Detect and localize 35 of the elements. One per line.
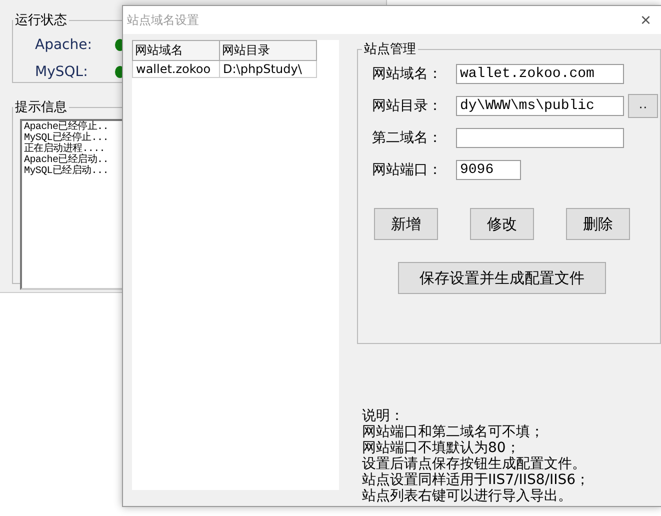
input-field[interactable] bbox=[456, 128, 624, 148]
window-title: 站点域名设置 bbox=[127, 12, 199, 28]
input-field[interactable]: dy\WWW\ms\public bbox=[456, 96, 624, 116]
input-field[interactable]: 9096 bbox=[456, 160, 521, 180]
table-cell: wallet.zokoo bbox=[132, 60, 220, 78]
action-button[interactable]: 删除 bbox=[566, 208, 630, 240]
group-title: 站点管理 bbox=[363, 41, 417, 58]
note-line: 网站端口和第二域名可不填； bbox=[362, 424, 545, 440]
save-button[interactable]: 保存设置并生成配置文件 bbox=[398, 262, 606, 294]
note-line: 网站端口不填默认为80； bbox=[362, 440, 521, 456]
log-line: MySQL已经启动... bbox=[24, 166, 108, 177]
log-line: 正在启动进程.... bbox=[24, 144, 106, 155]
note-line: 站点列表右键可以进行导入导出。 bbox=[362, 488, 573, 504]
group-title: 提示信息 bbox=[14, 99, 68, 116]
field-label: 网站目录： bbox=[372, 97, 443, 115]
column-header[interactable]: 网站目录 bbox=[220, 40, 316, 60]
browse-button[interactable]: ·· bbox=[628, 94, 658, 118]
service-label: Apache: bbox=[35, 37, 93, 53]
action-button[interactable]: 修改 bbox=[470, 208, 534, 240]
note-line: 站点设置同样适用于IIS7/IIS8/IIS6； bbox=[362, 472, 591, 488]
field-label: 网站端口： bbox=[372, 161, 443, 179]
group-title: 运行状态 bbox=[14, 12, 68, 29]
log-line: Apache已经停止.. bbox=[24, 122, 108, 133]
field-label: 第二域名： bbox=[372, 129, 443, 147]
action-button[interactable]: 新增 bbox=[374, 208, 438, 240]
field-label: 网站域名： bbox=[372, 65, 443, 83]
log-line: Apache已经启动.. bbox=[24, 155, 108, 166]
input-field[interactable]: wallet.zokoo.com bbox=[456, 64, 624, 84]
note-line: 说明： bbox=[362, 408, 405, 424]
service-label: MySQL: bbox=[35, 64, 89, 80]
note-line: 设置后请点保存按钮生成配置文件。 bbox=[362, 456, 587, 472]
log-line: MySQL已经停止... bbox=[24, 133, 108, 144]
close-button[interactable]: × bbox=[630, 10, 661, 30]
column-header[interactable]: 网站域名 bbox=[132, 40, 220, 60]
table-cell: D:\phpStudy\ bbox=[220, 60, 316, 78]
